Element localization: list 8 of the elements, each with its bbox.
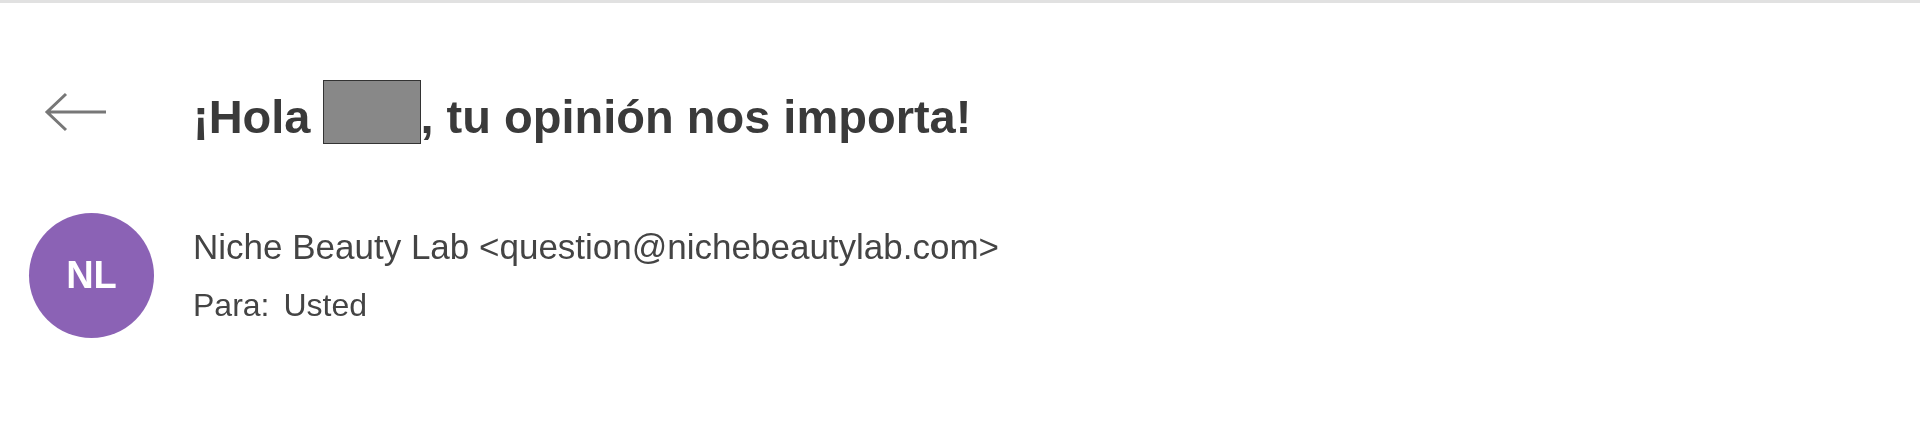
back-button[interactable]	[44, 92, 108, 132]
recipient-label: Para:	[193, 287, 270, 324]
subject-text: , tu opinión nos importa!	[420, 89, 972, 144]
subject-greeting: ¡Hola	[193, 89, 311, 144]
sender-line: Niche Beauty Lab <question@nichebeautylab.com>	[193, 227, 1000, 267]
sender-avatar: NL	[29, 213, 154, 338]
back-arrow-icon	[44, 92, 108, 132]
recipient-name: Usted	[283, 287, 368, 324]
